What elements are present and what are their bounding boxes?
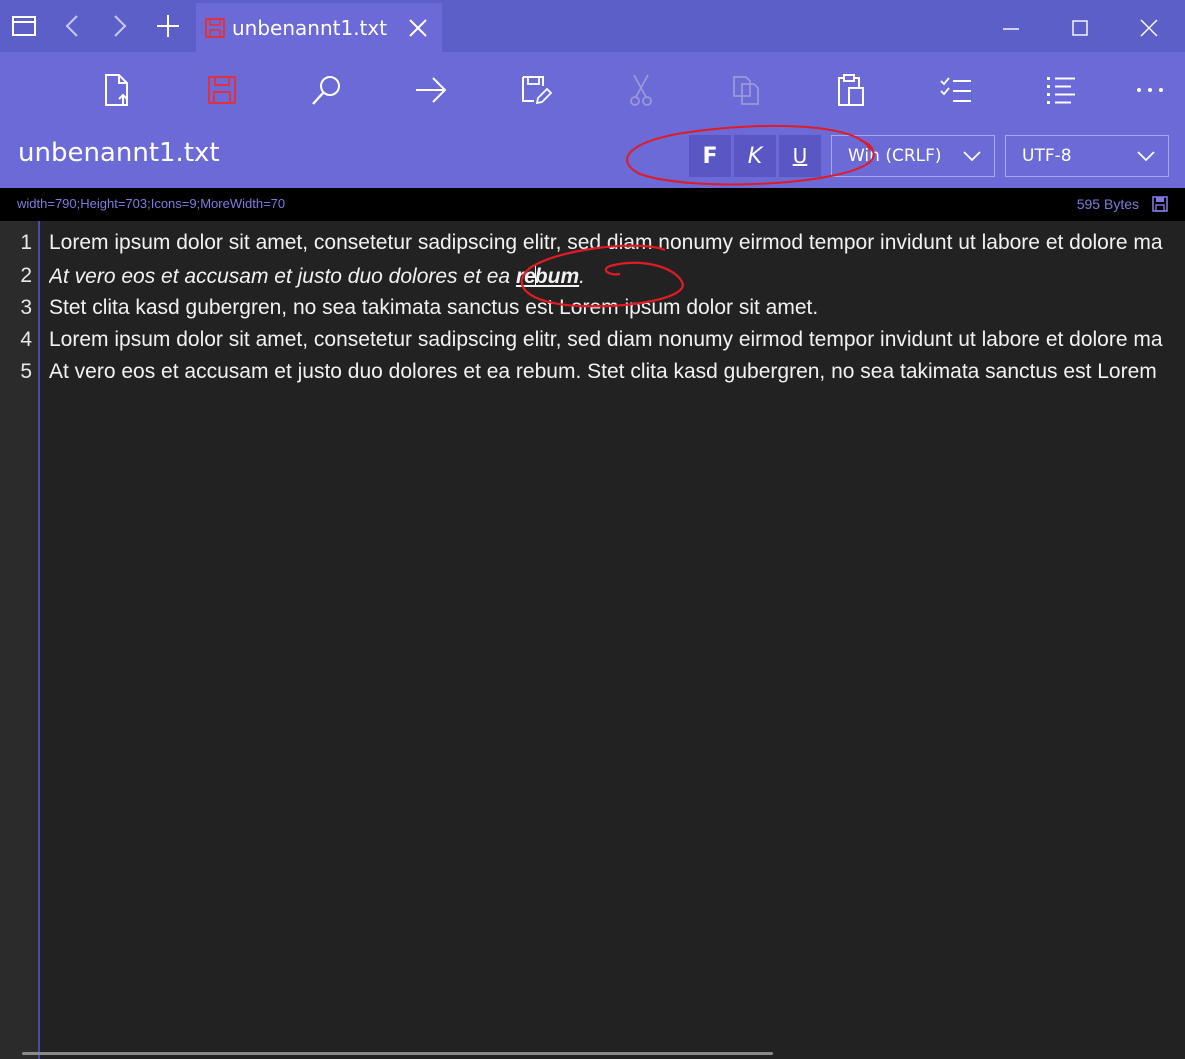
back-icon	[65, 15, 78, 37]
floppy-icon	[205, 17, 225, 38]
list-icon	[1047, 77, 1075, 104]
forward-button[interactable]	[98, 6, 142, 46]
text-line[interactable]: Lorem ipsum dolor sit amet, consetetur s…	[49, 231, 1163, 255]
forward-icon	[114, 15, 127, 37]
new-file-button[interactable]	[93, 66, 141, 114]
copy-icon	[733, 76, 759, 105]
list-button[interactable]	[1037, 66, 1085, 114]
cut-button[interactable]	[617, 66, 665, 114]
more-icon	[1137, 88, 1163, 92]
line-number: 4	[20, 328, 32, 351]
line-number: 2	[20, 264, 32, 287]
cut-icon	[630, 74, 652, 106]
title-bar: unbenannt1.txt	[0, 0, 1185, 52]
maximize-button[interactable]	[1055, 8, 1105, 48]
paste-icon	[838, 74, 864, 106]
save-icon	[208, 76, 236, 104]
close-icon[interactable]	[406, 16, 430, 40]
line-number: 1	[20, 231, 32, 254]
line-number: 3	[20, 296, 32, 319]
search-button[interactable]	[303, 66, 351, 114]
encoding-value: UTF-8	[1022, 146, 1072, 166]
horizontal-scrollbar[interactable]	[22, 1052, 773, 1055]
save-as-button[interactable]	[512, 66, 560, 114]
document-title: unbenannt1.txt	[18, 138, 220, 168]
line-ending-select[interactable]: Win (CRLF)	[831, 135, 995, 177]
line-ending-value: Win (CRLF)	[848, 146, 942, 166]
italic-text: .	[579, 265, 585, 288]
new-tab-icon	[157, 15, 179, 37]
more-button[interactable]	[1126, 66, 1174, 114]
bold-button[interactable]: F	[689, 135, 731, 177]
chevron-down-icon	[963, 151, 981, 162]
maximize-icon	[1072, 20, 1088, 36]
file-size: 595 Bytes	[1076, 196, 1139, 212]
text-line[interactable]: At vero eos et accusam et justo duo dolo…	[49, 360, 1163, 384]
floppy-icon[interactable]	[1151, 195, 1169, 213]
text-editor[interactable]: 1 2 3 4 5 Lorem ipsum dolor sit amet, co…	[0, 221, 1185, 1059]
line-number: 5	[20, 360, 32, 383]
underline-button[interactable]: U	[779, 135, 821, 177]
paste-button[interactable]	[827, 66, 875, 114]
new-file-icon	[105, 74, 128, 106]
save-as-icon	[522, 76, 552, 105]
window-close-button[interactable]	[1124, 8, 1174, 48]
tab-title: unbenannt1.txt	[232, 15, 388, 40]
copy-button[interactable]	[722, 66, 770, 114]
window-icon	[12, 16, 36, 36]
bold-underline-text: bum	[534, 265, 580, 288]
goto-button[interactable]	[407, 66, 455, 114]
chevron-down-icon	[1137, 151, 1155, 162]
line-number-gutter: 1 2 3 4 5	[0, 221, 40, 1059]
save-button[interactable]	[198, 66, 246, 114]
back-button[interactable]	[50, 6, 94, 46]
minimize-button[interactable]	[986, 8, 1036, 48]
tab-unbenannt1[interactable]: unbenannt1.txt	[196, 3, 442, 52]
checklist-button[interactable]	[932, 66, 980, 114]
new-tab-button[interactable]	[146, 6, 190, 46]
status-bar: width=790;Height=703;Icons=9;MoreWidth=7…	[0, 188, 1185, 221]
search-icon	[312, 76, 340, 105]
toolbar: unbenannt1.txt F K U Win (CRLF) UTF-8	[0, 52, 1185, 188]
window-menu-button[interactable]	[2, 6, 46, 46]
text-line[interactable]: At vero eos et accusam et justo duo dolo…	[49, 264, 1163, 289]
encoding-select[interactable]: UTF-8	[1005, 135, 1169, 177]
text-line[interactable]: Stet clita kasd gubergren, no sea takima…	[49, 296, 1163, 320]
goto-icon	[416, 77, 447, 103]
bold-underline-text: re	[515, 265, 536, 288]
debug-info: width=790;Height=703;Icons=9;MoreWidth=7…	[17, 196, 286, 211]
minimize-icon	[1003, 28, 1019, 30]
italic-button[interactable]: K	[734, 135, 776, 177]
text-line[interactable]: Lorem ipsum dolor sit amet, consetetur s…	[49, 328, 1163, 352]
checklist-icon	[940, 77, 971, 102]
italic-text: At vero eos et accusam et justo duo dolo…	[49, 265, 516, 288]
window-close-icon	[1140, 19, 1158, 37]
